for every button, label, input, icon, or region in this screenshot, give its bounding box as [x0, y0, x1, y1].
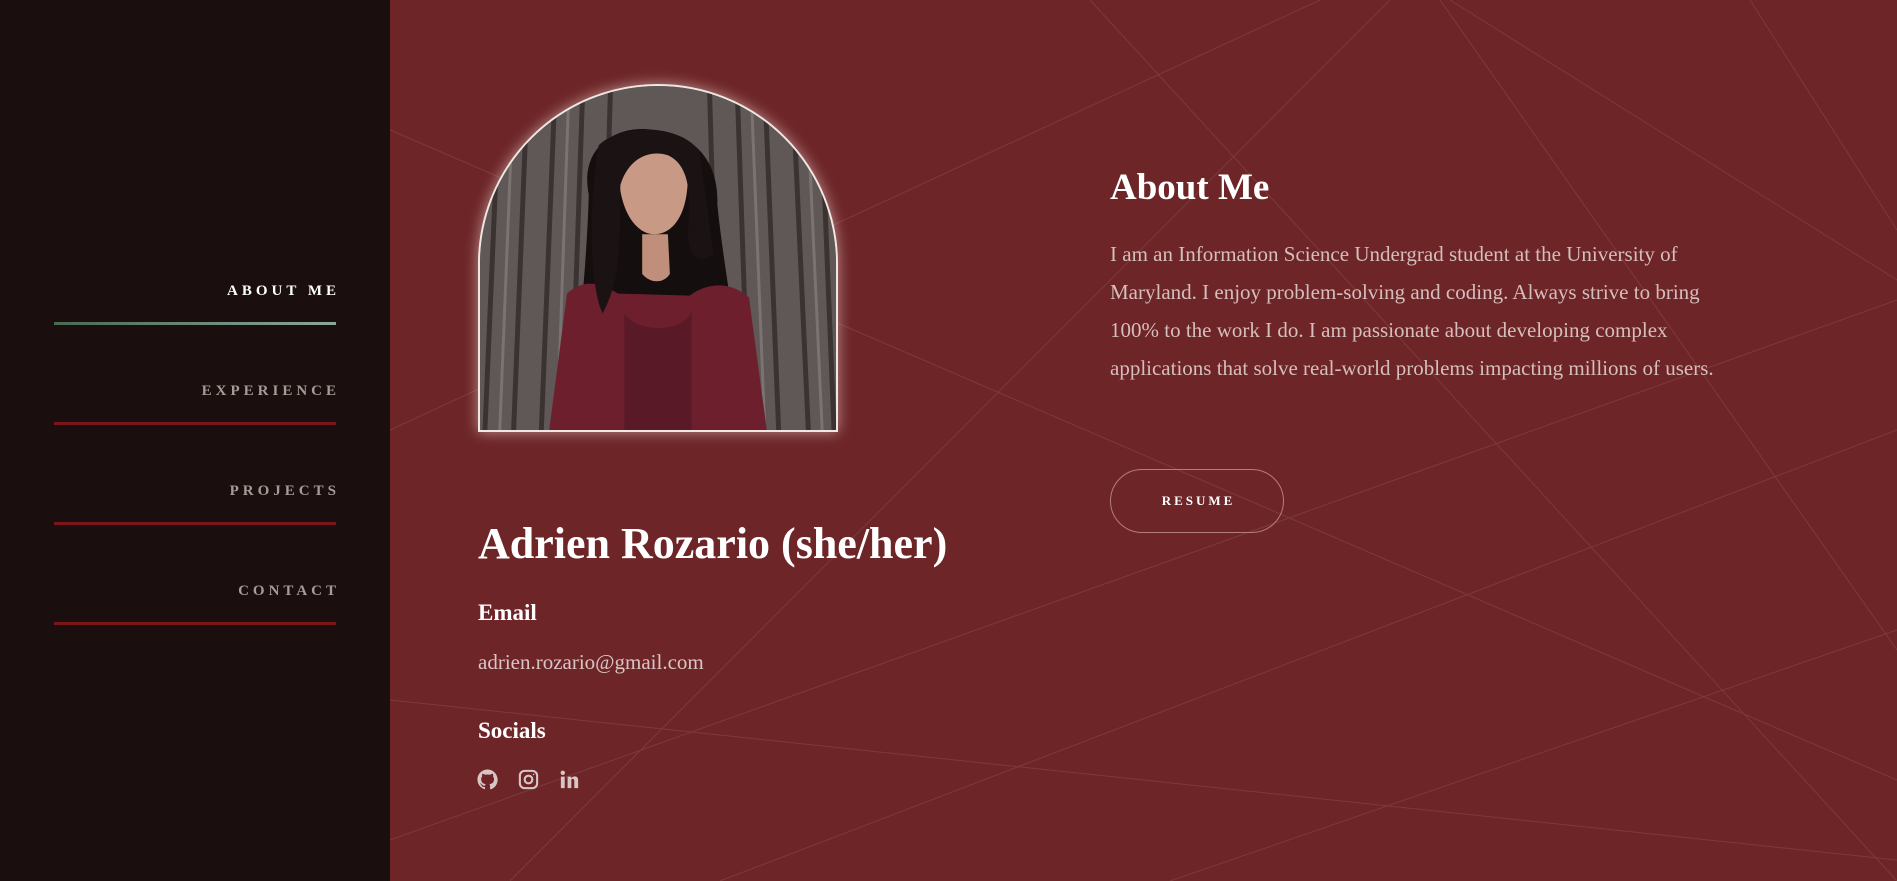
instagram-icon[interactable]: [517, 768, 540, 791]
socials-heading: Socials: [478, 718, 546, 743]
social-links: [476, 768, 581, 791]
main-content: Adrien Rozario (she/her) Email adrien.ro…: [390, 0, 1897, 881]
nav-item-projects[interactable]: PROJECTS: [54, 483, 336, 525]
linkedin-icon[interactable]: [558, 768, 581, 791]
about-heading: About Me: [1110, 167, 1270, 208]
nav-item-underline: [54, 322, 336, 325]
sidebar-nav: ABOUT ME EXPERIENCE PROJECTS CONTACT: [0, 0, 390, 881]
nav-item-label: CONTACT: [238, 583, 340, 599]
resume-button[interactable]: RESUME: [1110, 469, 1284, 533]
email-heading: Email: [478, 600, 537, 625]
nav-item-underline: [54, 522, 336, 525]
profile-name: Adrien Rozario (she/her): [478, 519, 948, 568]
nav-item-underline: [54, 622, 336, 625]
nav-item-label: PROJECTS: [229, 483, 340, 499]
about-description: I am an Information Science Undergrad st…: [1110, 242, 1714, 380]
nav-item-label: EXPERIENCE: [201, 383, 340, 399]
email-address: adrien.rozario@gmail.com: [478, 650, 704, 674]
nav-item-experience[interactable]: EXPERIENCE: [54, 383, 336, 425]
nav-item-contact[interactable]: CONTACT: [54, 583, 336, 625]
nav-item-underline: [54, 422, 336, 425]
github-icon[interactable]: [476, 768, 499, 791]
profile-photo: [478, 84, 838, 432]
nav-item-about-me[interactable]: ABOUT ME: [54, 283, 336, 325]
nav-item-label: ABOUT ME: [227, 283, 340, 299]
